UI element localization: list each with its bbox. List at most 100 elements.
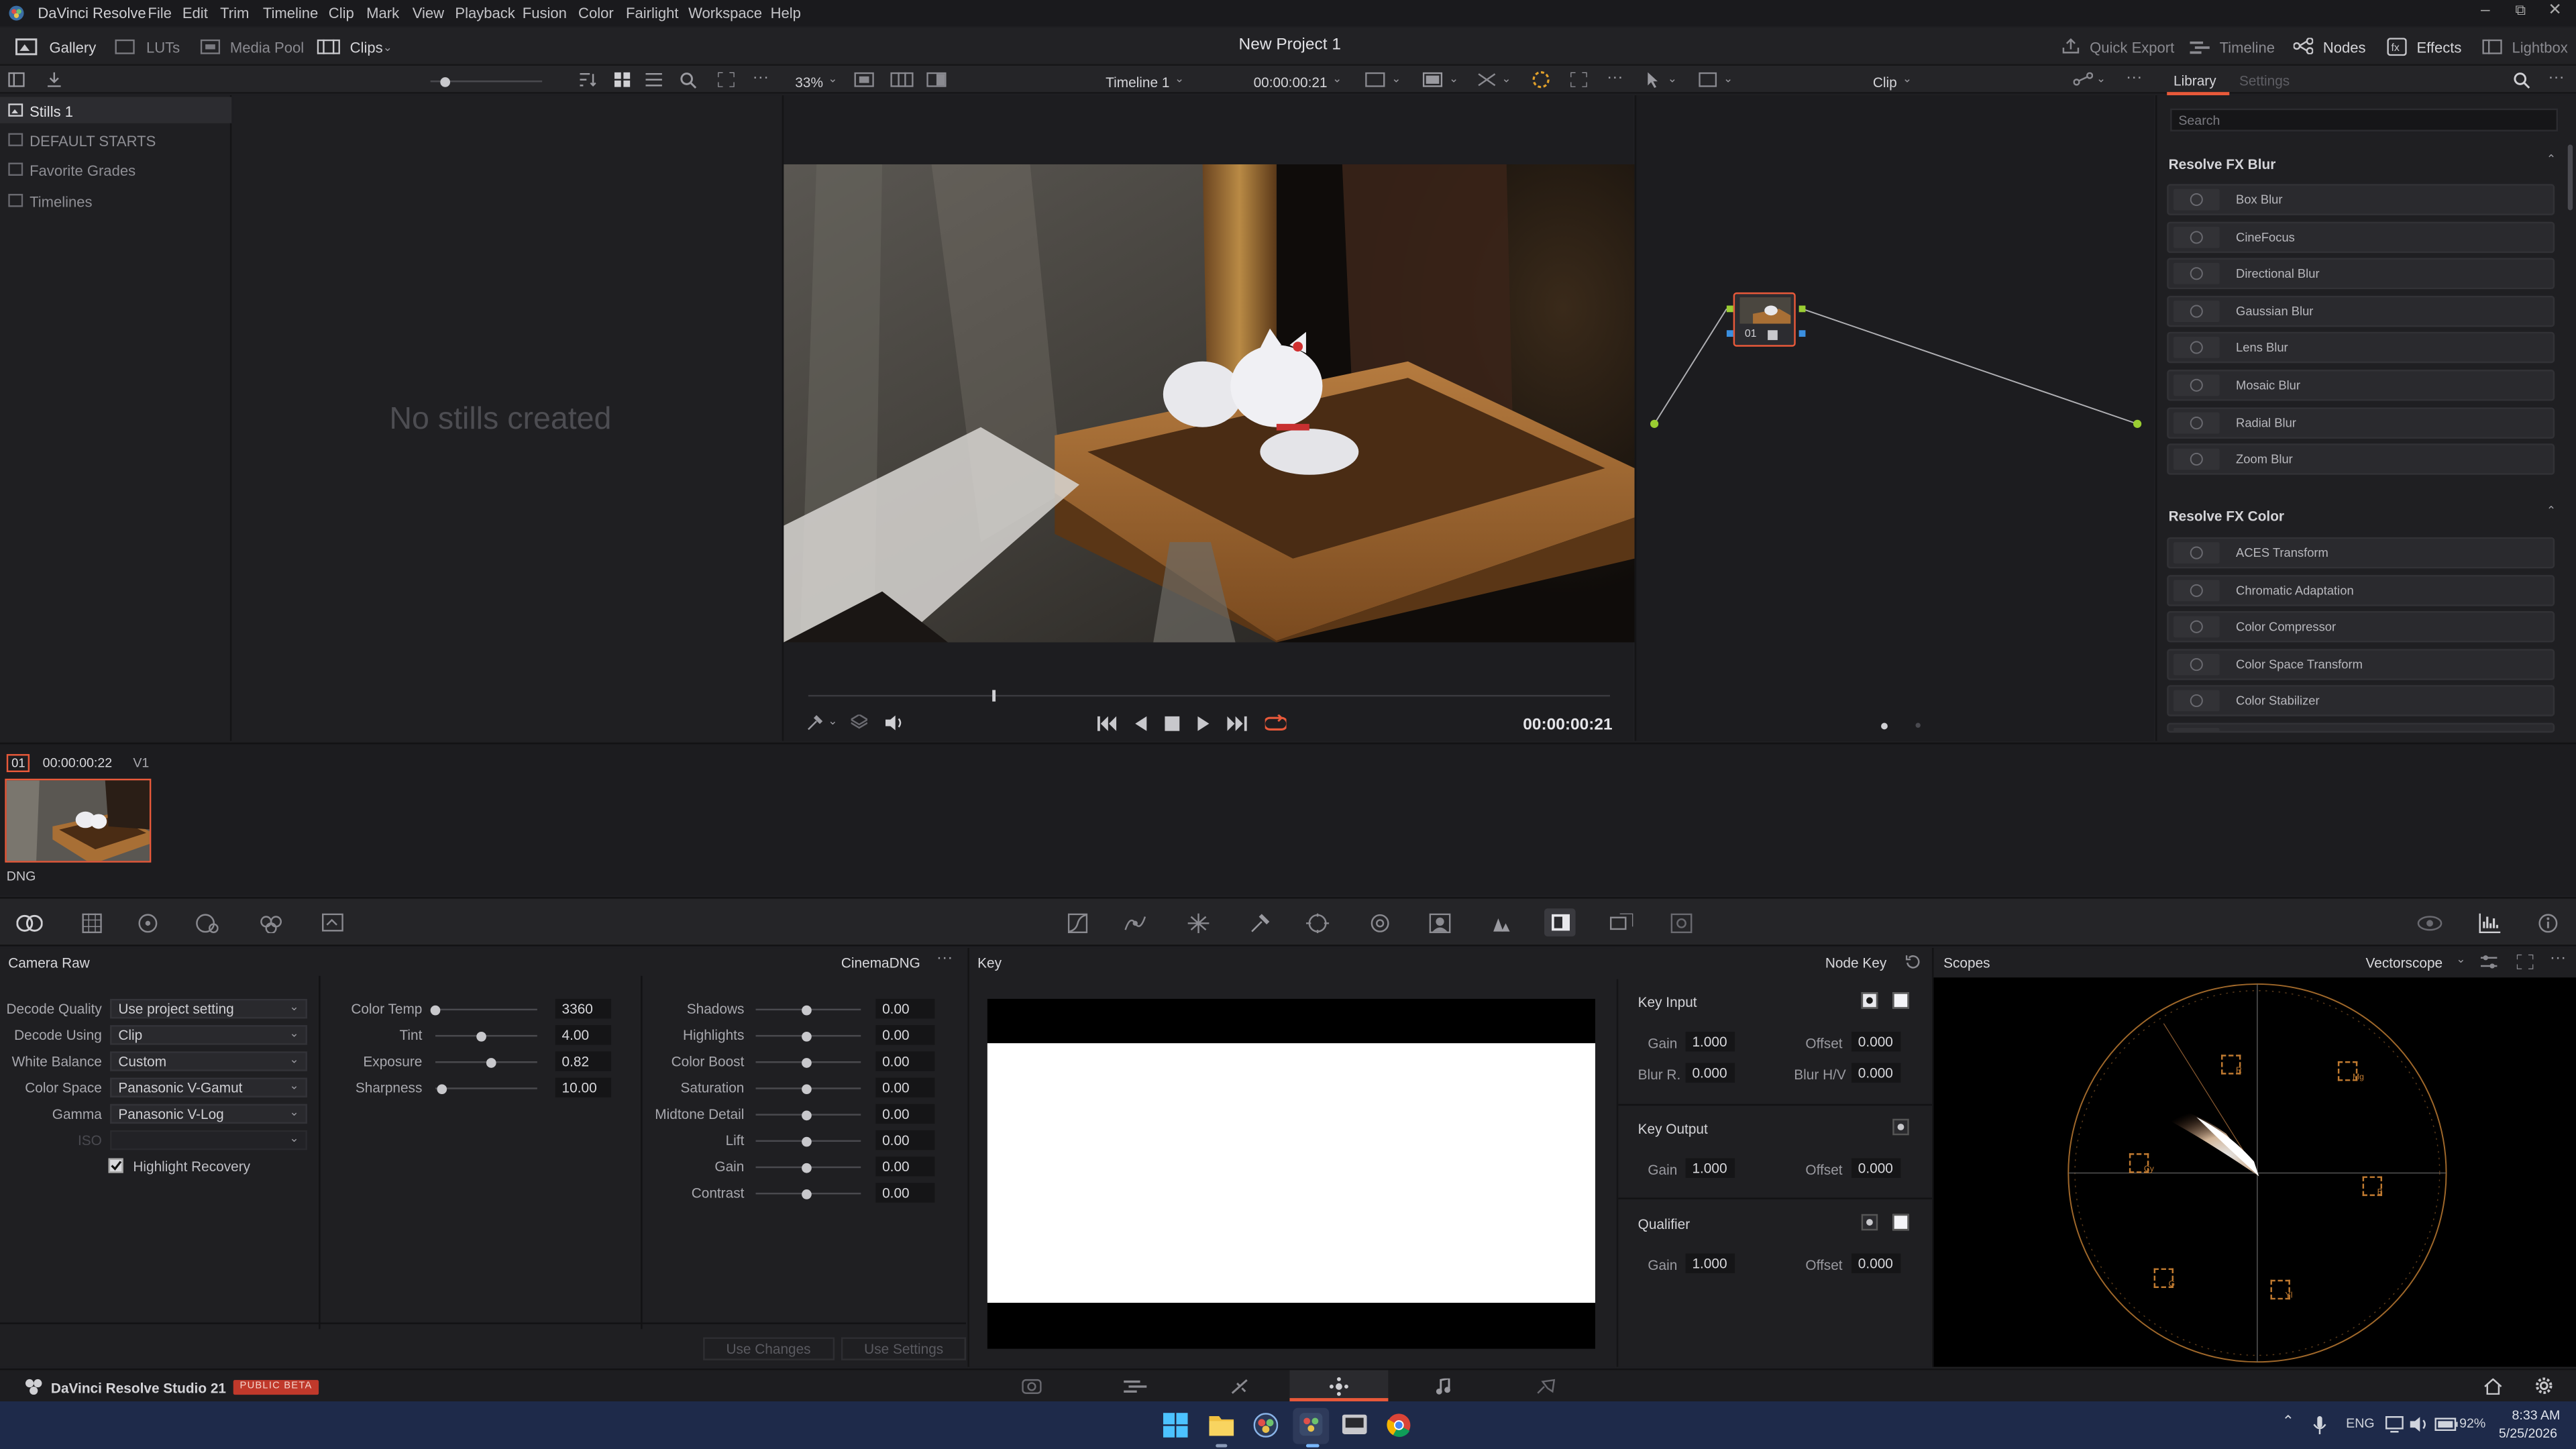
chevron-down-icon[interactable]: ⌄ [1449,72,1458,85]
chevron-down-icon[interactable]: ⌄ [1902,72,1912,85]
close-icon[interactable]: ✕ [2548,1,2562,19]
tab-effects[interactable]: Effects [2416,40,2461,56]
resolve-active-taskbar[interactable] [1293,1407,1330,1444]
clock-time[interactable]: 8:33 AM [2512,1408,2560,1423]
maximize-icon[interactable]: ⧉ [2515,1,2526,19]
curves-icon[interactable] [1067,913,1088,934]
fullscreen-icon[interactable] [718,72,735,87]
import-still-icon[interactable] [46,72,62,87]
album-stills-1[interactable]: Stills 1 [0,97,232,123]
effect-item[interactable]: Mosaic Blur [2167,370,2555,401]
cut-page-icon[interactable] [1124,1379,1147,1395]
menu-file[interactable]: File [148,5,172,21]
viewer-scrubber[interactable] [808,690,1611,702]
chevron-down-icon[interactable]: ⌄ [1668,72,1677,85]
thumbnail-size-slider[interactable] [430,76,543,87]
group-resolve-fx-color[interactable]: Resolve FX Color [2169,508,2284,524]
slider-value-field[interactable]: 0.00 [875,998,935,1019]
slider-value-field[interactable]: 0.00 [875,1130,935,1150]
menu-trim[interactable]: Trim [220,5,249,21]
media-page-icon[interactable] [1022,1379,1042,1395]
raw-slider[interactable] [755,1057,861,1067]
use-changes-button[interactable]: Use Changes [703,1337,834,1360]
hdr-wheels-icon[interactable] [195,914,219,934]
highlight-icon[interactable] [1531,70,1550,89]
color-warper-icon[interactable] [1124,914,1146,933]
library-options-icon[interactable]: ··· [2548,69,2564,87]
search-icon[interactable] [680,72,697,89]
sizing-icon[interactable] [1610,913,1633,933]
menu-fusion[interactable]: Fusion [523,5,567,21]
window-icon[interactable] [1305,913,1330,934]
color-match-icon[interactable] [82,913,102,934]
raw-slider[interactable] [755,1136,861,1146]
chrome-icon[interactable] [1387,1413,1411,1438]
node-01[interactable]: 01 [1733,292,1796,347]
zoom-level[interactable]: 33% [795,74,823,90]
album-favorite-grades[interactable]: Favorite Grades [0,156,231,182]
chevron-down-icon[interactable]: ⌄ [1391,72,1401,85]
menu-view[interactable]: View [413,5,444,21]
slider-value-field[interactable]: 0.00 [875,1077,935,1097]
tray-chevron-icon[interactable]: ⌃ [2282,1413,2294,1431]
raw-slider[interactable] [755,1004,861,1015]
key-input-mask-toggle[interactable] [1892,992,1909,1009]
app-name[interactable]: DaVinci Resolve [38,5,146,21]
menu-help[interactable]: Help [771,5,801,21]
camera-raw-palette-icon[interactable] [16,912,43,934]
enhanced-viewer-icon[interactable] [1570,72,1587,87]
info-icon[interactable] [2538,914,2558,933]
key-input-gain-field[interactable]: 1.000 [1685,1031,1735,1052]
chevron-down-icon[interactable]: ⌄ [828,714,837,728]
grid-view-icon[interactable] [614,72,631,87]
blur-hv-field[interactable]: 0.000 [1851,1063,1901,1083]
play-icon[interactable] [1197,716,1210,731]
slider-value-field[interactable]: 0.00 [875,1183,935,1203]
file-explorer-icon[interactable] [1209,1413,1234,1436]
go-to-first-frame-icon[interactable] [1097,716,1117,731]
effect-item[interactable]: Directional Blur [2167,258,2555,290]
tab-clips[interactable]: Clips [350,40,383,56]
library-search-input[interactable]: Search [2170,108,2559,131]
chevron-down-icon[interactable]: ⌄ [828,72,837,85]
rgb-mixer-icon[interactable] [260,914,282,934]
album-default-starts[interactable]: DEFAULT STARTS [0,127,231,153]
viewer-options-icon[interactable]: ··· [1607,69,1623,87]
transform-icon[interactable] [1477,72,1497,87]
raw-field-select[interactable]: Clip ⌄ [110,1025,307,1045]
eyedropper-icon[interactable] [1250,914,1270,933]
raw-slider[interactable] [755,1030,861,1041]
media-player-icon[interactable] [1342,1414,1367,1434]
effect-item[interactable]: ACES Transform [2167,537,2555,569]
scope-options-icon[interactable]: ··· [2550,950,2566,968]
3d-icon[interactable] [1670,913,1693,934]
tab-settings[interactable]: Settings [2239,72,2290,89]
node-view-icon[interactable] [1699,72,1717,87]
search-icon[interactable] [2514,72,2530,89]
layers-icon[interactable] [851,714,868,729]
clock-date[interactable]: 5/25/2026 [2499,1426,2557,1441]
deliver-page-icon[interactable] [1536,1379,1556,1395]
tab-library[interactable]: Library [2174,72,2216,89]
effect-item[interactable]: Color Compressor [2167,611,2555,643]
raw-field-select[interactable]: Custom ⌄ [110,1051,307,1071]
key-input-invert-toggle[interactable] [1861,992,1878,1009]
tab-quick-export[interactable]: Quick Export [2090,40,2174,56]
effect-item[interactable]: Box Blur [2167,184,2555,215]
menu-workspace[interactable]: Workspace [688,5,762,21]
menu-edit[interactable]: Edit [182,5,208,21]
use-settings-button[interactable]: Use Settings [841,1337,967,1360]
effect-item[interactable]: Radial Blur [2167,407,2555,438]
effect-item[interactable]: Lens Blur [2167,332,2555,364]
stop-icon[interactable] [1165,716,1180,731]
gallery-split-icon[interactable] [890,72,914,87]
fairlight-page-icon[interactable] [1436,1378,1450,1395]
play-reverse-icon[interactable] [1135,716,1147,731]
volume-icon[interactable] [885,714,904,731]
raw-slider[interactable] [430,1004,537,1015]
battery-icon[interactable] [2434,1417,2458,1432]
tab-media-pool[interactable]: Media Pool [230,40,304,56]
node-options-icon[interactable]: ··· [2126,69,2142,87]
key-palette-button[interactable] [1544,908,1576,936]
tab-luts[interactable]: LUTs [146,40,180,56]
